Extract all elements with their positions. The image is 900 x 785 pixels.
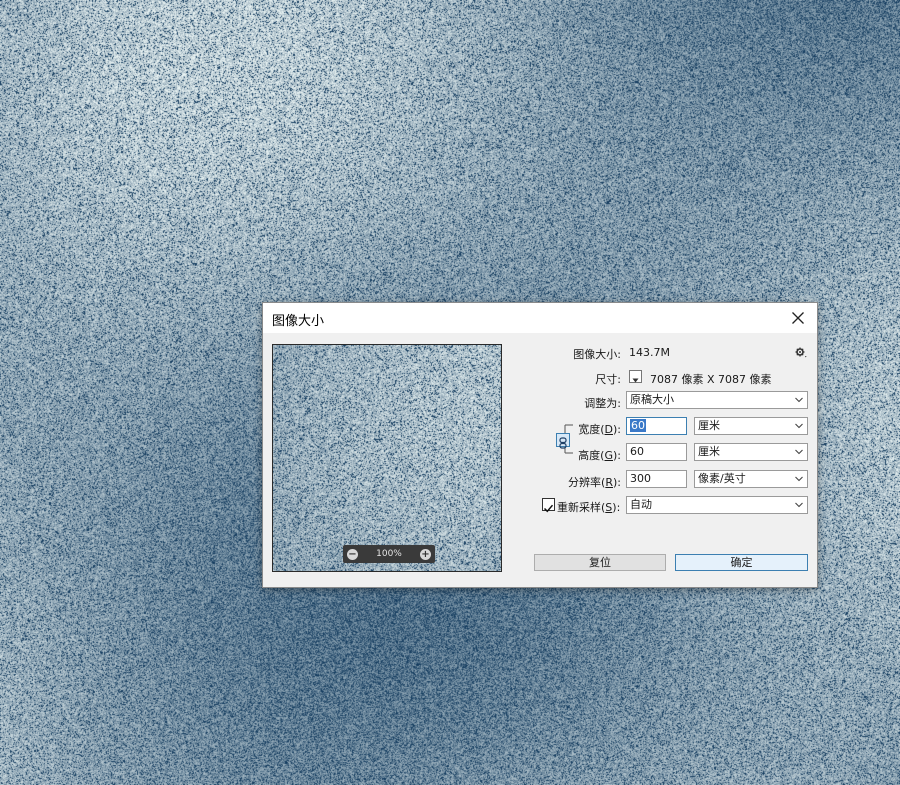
checkmark-icon bbox=[543, 504, 554, 513]
link-icon bbox=[559, 437, 567, 449]
triangle-down-icon bbox=[632, 378, 639, 383]
chevron-down-icon bbox=[795, 449, 803, 455]
image-size-value: 143.7M bbox=[629, 346, 670, 359]
chevron-down-icon bbox=[795, 502, 803, 508]
resolution-unit-value: 像素/英寸 bbox=[698, 472, 746, 485]
resample-method-select[interactable]: 自动 bbox=[626, 496, 808, 514]
resolution-input[interactable]: 300 bbox=[626, 470, 687, 488]
image-size-label: 图像大小: bbox=[573, 348, 621, 361]
close-button[interactable] bbox=[779, 303, 817, 333]
zoom-control: − 100% + bbox=[343, 545, 435, 563]
zoom-in-icon[interactable]: + bbox=[419, 548, 431, 560]
dimensions-unit-dropdown[interactable] bbox=[629, 370, 642, 383]
zoom-level: 100% bbox=[376, 549, 402, 559]
resolution-value: 300 bbox=[630, 472, 651, 485]
height-unit-select[interactable]: 厘米 bbox=[694, 443, 808, 461]
constrain-proportions-button[interactable] bbox=[556, 433, 570, 449]
close-icon bbox=[792, 312, 804, 324]
dialog-title: 图像大小 bbox=[272, 314, 325, 329]
chevron-down-icon bbox=[795, 476, 803, 482]
height-input[interactable]: 60 bbox=[626, 443, 687, 461]
dimensions-value: 7087 像素 X 7087 像素 bbox=[650, 373, 772, 386]
width-value: 60 bbox=[630, 419, 646, 432]
resample-method-value: 自动 bbox=[630, 498, 652, 511]
ok-button[interactable]: 确定 bbox=[675, 554, 808, 571]
chevron-down-icon bbox=[795, 423, 803, 429]
resolution-unit-select[interactable]: 像素/英寸 bbox=[694, 470, 808, 488]
resolution-label: 分辨率(R): bbox=[568, 476, 621, 489]
height-label: 高度(G): bbox=[578, 449, 621, 462]
dialog-titlebar[interactable]: 图像大小 bbox=[263, 303, 817, 333]
fit-to-select[interactable]: 原稿大小 bbox=[626, 391, 808, 409]
image-size-dialog: 图像大小 − 100% + 图像大小: 143.7M 尺寸: 7087 像素 X… bbox=[262, 302, 818, 588]
dimensions-label: 尺寸: bbox=[595, 373, 621, 386]
reset-button[interactable]: 复位 bbox=[534, 554, 666, 571]
fit-to-label: 调整为: bbox=[584, 397, 621, 410]
preview-image[interactable] bbox=[273, 345, 501, 571]
zoom-out-icon[interactable]: − bbox=[347, 548, 358, 560]
height-value: 60 bbox=[630, 445, 644, 458]
fit-to-value: 原稿大小 bbox=[630, 393, 674, 406]
height-unit-value: 厘米 bbox=[698, 445, 720, 458]
width-unit-value: 厘米 bbox=[698, 419, 720, 432]
width-label: 宽度(D): bbox=[578, 423, 621, 436]
chevron-down-icon bbox=[795, 397, 803, 403]
width-unit-select[interactable]: 厘米 bbox=[694, 417, 808, 435]
width-input[interactable]: 60 bbox=[626, 417, 687, 435]
resample-label: 重新采样(S): bbox=[557, 501, 621, 514]
gear-icon[interactable] bbox=[795, 347, 807, 359]
image-preview[interactable]: − 100% + bbox=[272, 344, 502, 572]
resample-checkbox[interactable] bbox=[542, 498, 555, 513]
